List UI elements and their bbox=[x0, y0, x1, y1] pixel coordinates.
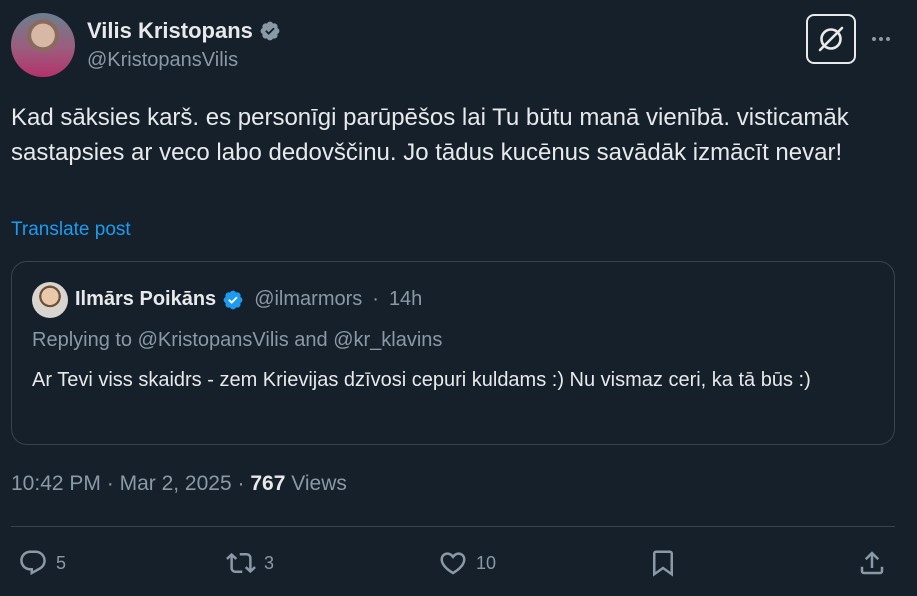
author-name-text[interactable]: Vilis Kristopans bbox=[87, 18, 253, 44]
bookmark-icon bbox=[653, 550, 673, 577]
repost-count: 3 bbox=[264, 552, 275, 573]
views-count: 767 bbox=[250, 472, 286, 495]
repost-button[interactable]: 3 bbox=[226, 548, 274, 578]
like-icon bbox=[440, 552, 466, 575]
divider bbox=[11, 526, 895, 527]
grok-icon bbox=[818, 26, 844, 52]
quoted-post[interactable]: Ilmārs Poikāns @ilmarmors · 14h Replying… bbox=[11, 261, 895, 445]
quoted-author-avatar[interactable] bbox=[32, 282, 68, 318]
grok-button[interactable] bbox=[806, 14, 856, 64]
bookmark-button[interactable] bbox=[648, 548, 678, 578]
timestamp-separator: · bbox=[106, 472, 114, 495]
share-button[interactable] bbox=[857, 548, 887, 578]
post-date[interactable]: Mar 2, 2025 bbox=[120, 472, 232, 495]
author-name[interactable]: Vilis Kristopans bbox=[87, 18, 281, 44]
views-label: Views bbox=[291, 472, 347, 495]
quoted-time[interactable]: 14h bbox=[389, 288, 422, 311]
post-time[interactable]: 10:42 PM bbox=[11, 472, 101, 495]
post-text: Kad sāksies karš. es personīgi parūpēšos… bbox=[11, 104, 849, 166]
reply-count: 5 bbox=[56, 552, 67, 573]
like-count: 10 bbox=[476, 552, 497, 573]
post-timestamp: 10:42 PM · Mar 2, 2025 · 767 Views bbox=[11, 472, 347, 496]
reply-button[interactable]: 5 bbox=[18, 548, 66, 578]
quoted-author-header: Ilmārs Poikāns @ilmarmors · 14h bbox=[75, 288, 422, 311]
like-button[interactable]: 10 bbox=[438, 548, 496, 578]
share-icon bbox=[860, 551, 884, 575]
quoted-author-handle[interactable]: @ilmarmors bbox=[254, 288, 362, 311]
translate-post-link[interactable]: Translate post bbox=[11, 219, 131, 241]
quoted-separator: · bbox=[372, 288, 379, 310]
verified-badge-icon bbox=[223, 290, 243, 309]
repost-icon bbox=[226, 552, 256, 574]
quoted-author-name[interactable]: Ilmārs Poikāns bbox=[75, 288, 216, 311]
author-avatar[interactable] bbox=[11, 13, 75, 77]
views-separator: · bbox=[237, 472, 245, 495]
action-bar: 5 3 10 bbox=[0, 540, 917, 590]
replying-to: Replying to @KristopansVilis and @kr_kla… bbox=[32, 329, 443, 351]
more-options-button[interactable] bbox=[866, 24, 896, 54]
quoted-post-text: Ar Tevi viss skaidrs - zem Krievijas dzī… bbox=[32, 369, 811, 391]
more-icon bbox=[872, 37, 890, 41]
author-handle[interactable]: @KristopansVilis bbox=[87, 49, 238, 72]
reply-icon bbox=[20, 550, 46, 576]
verified-badge-icon bbox=[260, 21, 280, 41]
